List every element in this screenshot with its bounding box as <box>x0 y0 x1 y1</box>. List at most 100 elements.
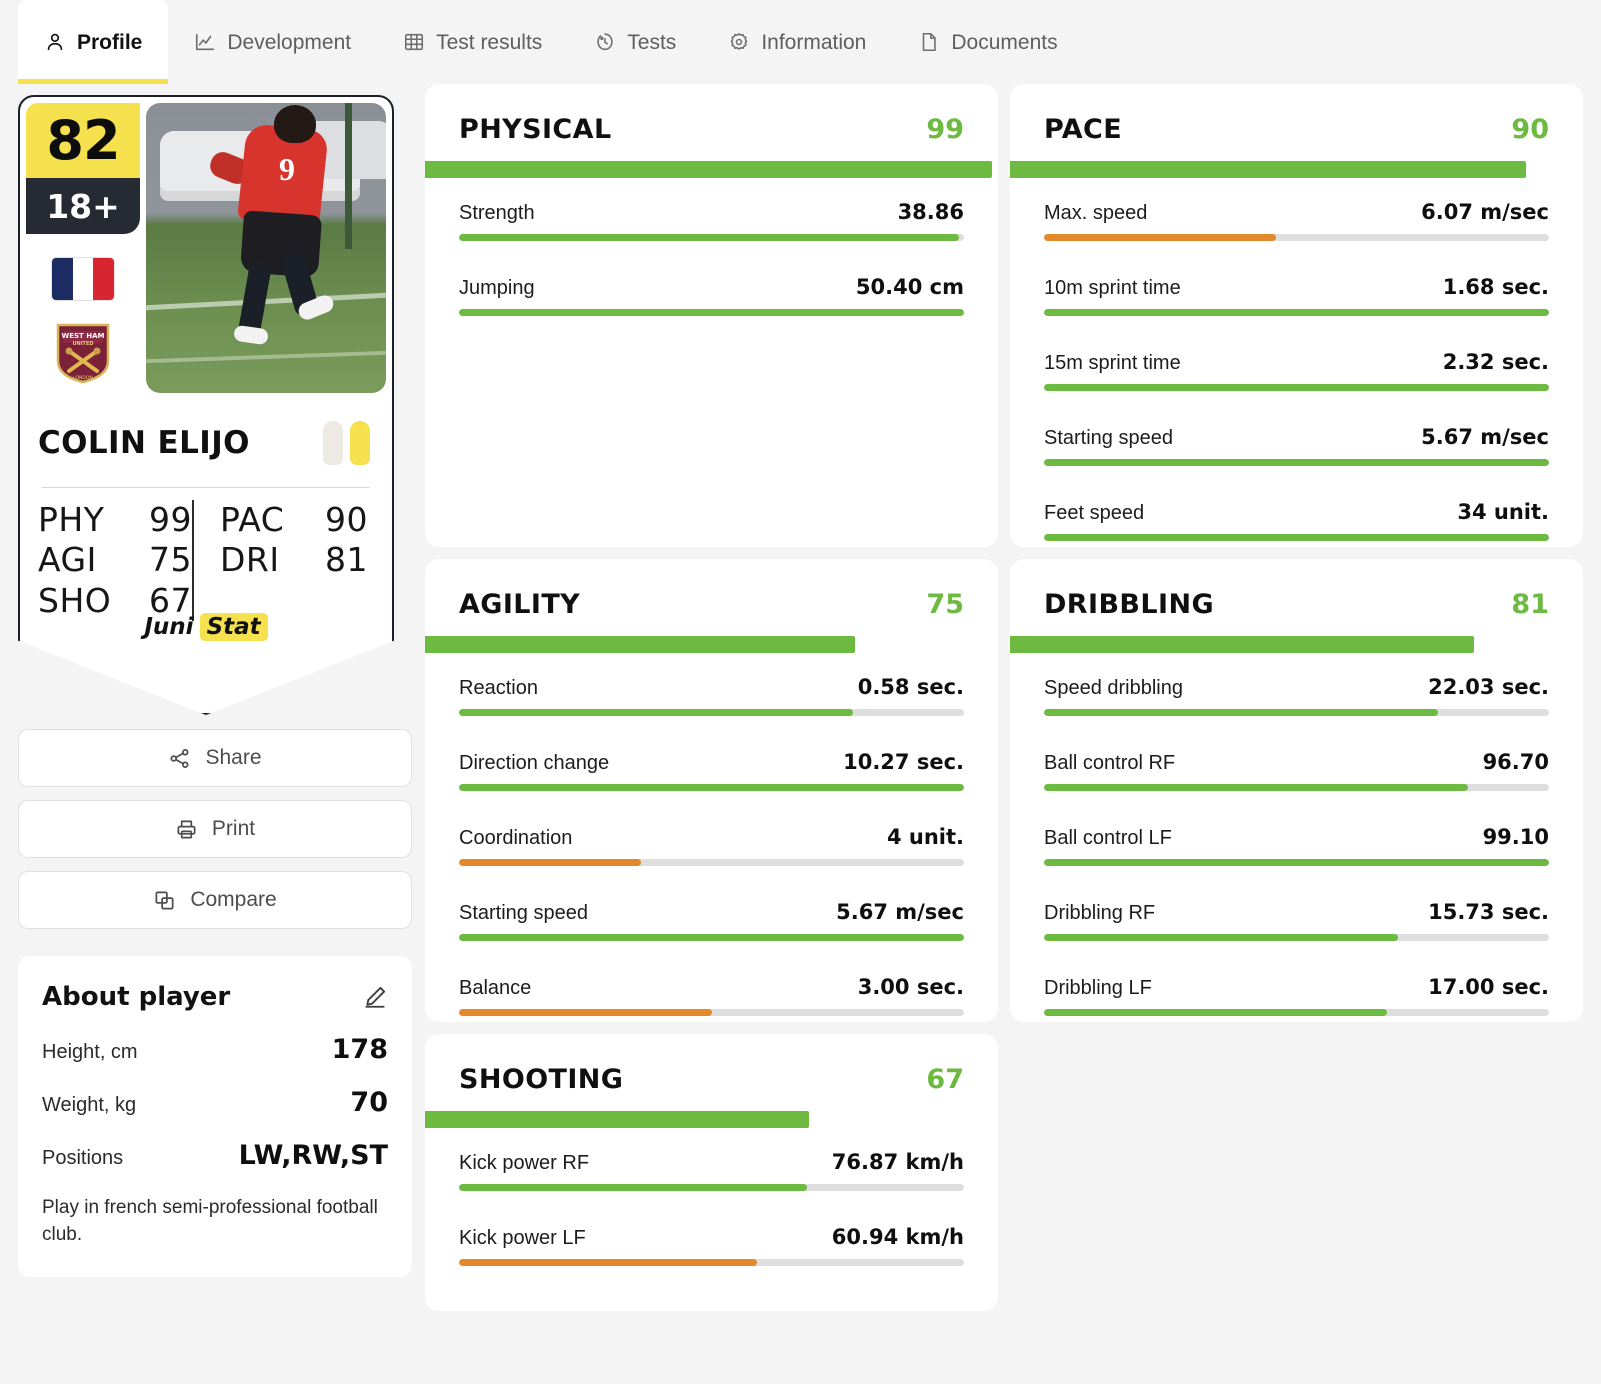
metric-progress-fill <box>459 309 964 316</box>
metric-value: 2.32 sec. <box>1442 350 1549 374</box>
metric-row: Dribbling RF 15.73 sec. <box>1044 886 1549 941</box>
metric-row-line: Coordination 4 unit. <box>459 825 964 850</box>
panel-score: 75 <box>926 589 964 620</box>
compare-button[interactable]: Compare <box>18 871 412 929</box>
metric-label: Starting speed <box>1044 427 1173 449</box>
metric-progress-fill <box>1044 534 1549 541</box>
metric-row: Coordination 4 unit. <box>459 811 964 866</box>
panel-metric-list: Max. speed 6.07 m/sec 10m sprint time 1.68 … <box>1010 178 1583 571</box>
metric-progress-track <box>1044 309 1549 316</box>
panel-shooting: SHOOTING 67 Kick power RF 76.87 km/h Kick po… <box>425 1034 998 1311</box>
panel-score-bar-fill <box>425 1111 809 1128</box>
panel-dribbling: DRIBBLING 81 Speed dribbling 22.03 sec. Ball… <box>1010 559 1583 1022</box>
metric-label: Strength <box>459 202 535 224</box>
metric-row-line: Ball control LF 99.10 <box>1044 825 1549 850</box>
metric-label: Feet speed <box>1044 502 1145 524</box>
tab-test-results-label: Test results <box>436 30 543 54</box>
metric-value: 96.70 <box>1482 750 1549 774</box>
metric-value: 50.40 cm <box>855 275 964 299</box>
stat-key: PHY <box>38 500 105 539</box>
about-row-weight: Weight, kg 70 <box>42 1087 388 1118</box>
svg-text:WEST HAM: WEST HAM <box>62 332 105 340</box>
panel-header: PHYSICAL 99 <box>425 84 998 161</box>
metric-progress-fill <box>1044 459 1549 466</box>
stat-key: AGI <box>38 540 97 580</box>
panel-title: SHOOTING <box>459 1064 624 1095</box>
about-label: Weight, kg <box>42 1094 137 1116</box>
metric-row: Balance 3.00 sec. <box>459 961 964 1016</box>
stat-value: 99 <box>149 500 192 539</box>
tab-documents-label: Documents <box>951 30 1058 54</box>
metric-progress-track <box>459 784 964 791</box>
tab-development[interactable]: Development <box>168 0 377 84</box>
print-button[interactable]: Print <box>18 800 412 858</box>
metric-value: 38.86 <box>897 200 964 224</box>
metric-row: Dribbling LF 17.00 sec. <box>1044 961 1549 1016</box>
metric-progress-track <box>1044 384 1549 391</box>
metric-row-line: Dribbling LF 17.00 sec. <box>1044 975 1549 1000</box>
tab-information[interactable]: Information <box>702 0 892 84</box>
metric-value: 60.94 km/h <box>831 1225 964 1249</box>
metric-label: Kick power RF <box>459 1152 590 1174</box>
metric-progress-fill <box>459 784 964 791</box>
metric-progress-fill <box>1044 934 1398 941</box>
brand-juni: Juni <box>144 614 194 640</box>
stat-row: AGI 75 <box>38 540 192 580</box>
panel-score-bar <box>425 161 998 178</box>
metric-row-line: Speed dribbling 22.03 sec. <box>1044 675 1549 700</box>
tab-test-results[interactable]: Test results <box>377 0 568 84</box>
panel-header: AGILITY 75 <box>425 559 998 636</box>
metric-row: 10m sprint time 1.68 sec. <box>1044 261 1549 316</box>
metric-value: 15.73 sec. <box>1428 900 1549 924</box>
metric-row-line: Balance 3.00 sec. <box>459 975 964 1000</box>
metric-progress-track <box>459 859 964 866</box>
compare-button-label: Compare <box>190 888 277 911</box>
metric-row: Reaction 0.58 sec. <box>459 675 964 716</box>
player-name-row: COLIN ELIJO <box>20 399 392 465</box>
metric-label: Kick power LF <box>459 1227 586 1249</box>
tab-profile[interactable]: Profile <box>18 0 169 84</box>
user-icon <box>44 31 66 53</box>
metric-progress-track <box>459 1259 964 1266</box>
overall-rating: 82 <box>26 103 140 178</box>
metric-value: 5.67 m/sec <box>836 900 964 924</box>
brand-stat: Stat <box>199 613 268 641</box>
about-row-height: Height, cm 178 <box>42 1034 388 1065</box>
metric-progress-track <box>459 709 964 716</box>
metric-progress-fill <box>1044 234 1277 241</box>
about-row-positions: Positions LW,RW,ST <box>42 1140 388 1171</box>
metric-row-line: Direction change 10.27 sec. <box>459 750 964 775</box>
panel-score-bar-fill <box>1010 161 1526 178</box>
tab-documents[interactable]: Documents <box>892 0 1083 84</box>
metric-row-line: Starting speed 5.67 m/sec <box>1044 425 1549 450</box>
metric-row: Ball control RF 96.70 <box>1044 736 1549 791</box>
club-crest-icon: WEST HAM UNITED LONDON <box>55 322 111 384</box>
metric-progress-track <box>1044 859 1549 866</box>
metric-progress-track <box>459 1009 964 1016</box>
metric-row: Kick power LF 60.94 km/h <box>459 1211 964 1266</box>
metric-row-line: 10m sprint time 1.68 sec. <box>1044 275 1549 300</box>
metric-row-line: 15m sprint time 2.32 sec. <box>1044 350 1549 375</box>
metric-label: Dribbling RF <box>1044 902 1156 924</box>
panel-metric-list: Speed dribbling 22.03 sec. Ball control RF… <box>1010 653 1583 1046</box>
about-value: LW,RW,ST <box>238 1140 388 1171</box>
metric-row-line: Max. speed 6.07 m/sec <box>1044 200 1549 225</box>
share-button[interactable]: Share <box>18 729 412 787</box>
panel-header: PACE 90 <box>1010 84 1583 161</box>
stat-row: PAC 90 <box>220 500 374 540</box>
metric-value: 10.27 sec. <box>843 750 964 774</box>
metric-label: Jumping <box>459 277 535 299</box>
metric-row: Starting speed 5.67 m/sec <box>459 886 964 941</box>
metric-row: Direction change 10.27 sec. <box>459 736 964 791</box>
panel-score-bar <box>425 1111 998 1128</box>
right-foot-icon <box>350 421 370 465</box>
tab-tests-label: Tests <box>627 30 677 54</box>
metric-label: Ball control RF <box>1044 752 1176 774</box>
metric-value: 34 unit. <box>1457 500 1549 524</box>
player-photo: 9 <box>146 103 386 393</box>
pencil-icon[interactable] <box>362 984 388 1010</box>
stopwatch-icon <box>594 31 616 53</box>
metric-progress-track <box>459 1184 964 1191</box>
player-card: 82 18+ WEST HAM UNITED LONDON 9 COLIN EL… <box>18 95 394 715</box>
tab-tests[interactable]: Tests <box>568 0 702 84</box>
